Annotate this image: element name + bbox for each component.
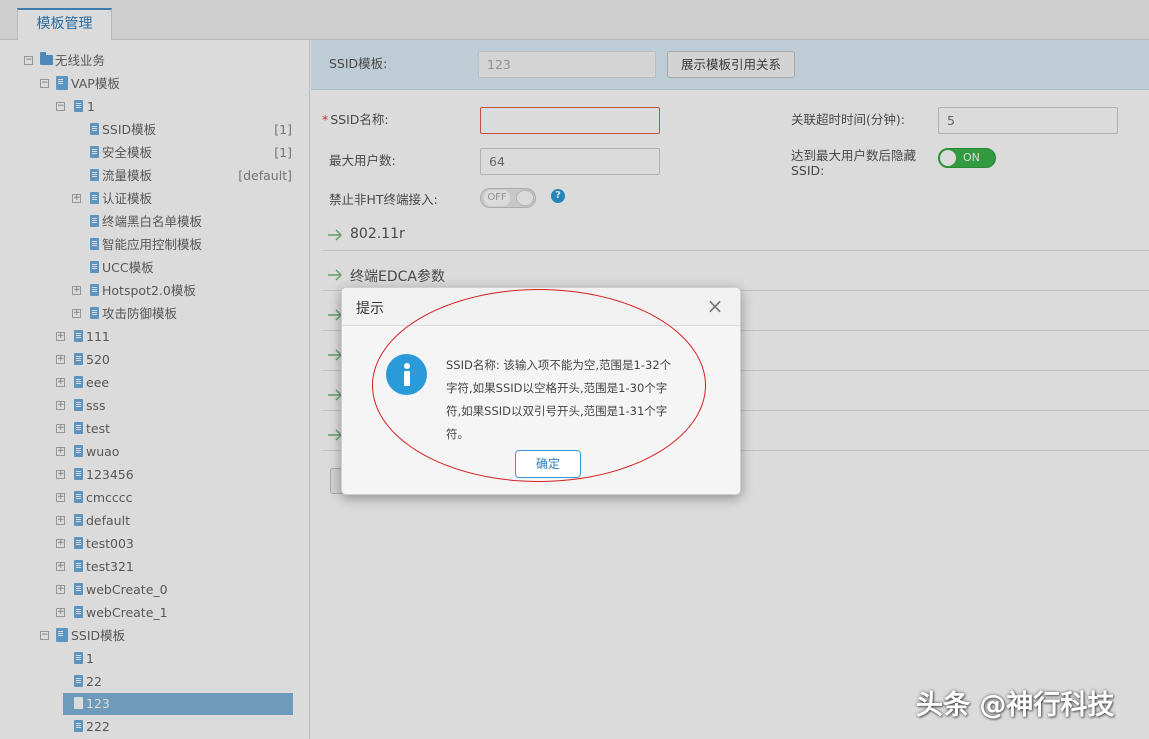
close-icon[interactable]: × <box>705 296 725 316</box>
watermark: 头条 @神行科技 <box>916 690 1115 721</box>
highlight-ellipse <box>372 289 706 482</box>
dialog-title: 提示 <box>356 301 384 317</box>
